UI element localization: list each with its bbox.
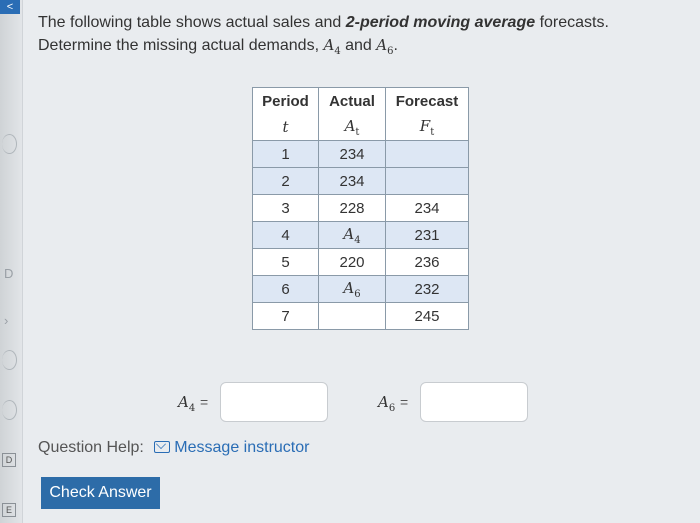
question-text-segment: The following table shows actual sales a… [38, 14, 346, 31]
message-instructor-link[interactable]: Message instructor [154, 439, 309, 456]
arc-icon [2, 350, 17, 370]
table-row: 5 220 236 [252, 248, 469, 276]
cell-actual: A6 [318, 275, 386, 303]
document-icon: E [2, 503, 16, 517]
cell-actual: 234 [318, 140, 386, 168]
cell-actual: A4 [318, 221, 386, 249]
answer-label-a4: A4 = [178, 393, 209, 414]
cell-forecast [385, 140, 469, 168]
variable-a4: A4 [323, 36, 341, 57]
chevron-left-icon[interactable]: < [0, 0, 20, 14]
sales-forecast-table: Period Actual Forecast t At Ft 1 234 2 2… [252, 87, 469, 330]
arc-icon [2, 400, 17, 420]
table-row: 3 228 234 [252, 194, 469, 222]
question-help-label: Question Help: [38, 439, 144, 456]
table-header-row: Period Actual Forecast [252, 87, 469, 114]
table-row: 6 A6 232 [252, 275, 469, 303]
subheader-at: At [318, 114, 386, 141]
table-row: 1 234 [252, 140, 469, 168]
cell-forecast: 245 [385, 302, 469, 330]
question-line-2: Determine the missing actual demands, A4… [38, 34, 638, 63]
cell-forecast: 236 [385, 248, 469, 276]
header-period: Period [252, 87, 319, 114]
question-text-segment: and [340, 37, 377, 54]
cell-actual: 228 [318, 194, 386, 222]
cell-actual [318, 302, 386, 330]
cell-period: 3 [252, 194, 319, 222]
letter-d-icon: D [4, 266, 14, 281]
table-row: 7 245 [252, 302, 469, 330]
header-forecast: Forecast [385, 87, 469, 114]
arc-icon [2, 134, 17, 154]
question-help: Question Help: Message instructor [38, 439, 309, 457]
check-answer-button[interactable]: Check Answer [41, 477, 160, 509]
cell-actual: 234 [318, 167, 386, 195]
cell-period: 2 [252, 167, 319, 195]
table-subheader-row: t At Ft [252, 114, 469, 141]
subheader-ft: Ft [385, 114, 469, 141]
variable-a6: A6 [376, 36, 394, 57]
mail-icon [154, 441, 171, 453]
question-text-segment: Determine the missing actual demands, [38, 37, 324, 54]
answer-input-a4[interactable] [220, 382, 328, 422]
answer-input-a6[interactable] [420, 382, 528, 422]
cell-actual: 220 [318, 248, 386, 276]
cell-forecast [385, 167, 469, 195]
answer-label-a6: A6 = [378, 393, 409, 414]
table-row: 4 A4 231 [252, 221, 469, 249]
question-text-segment: forecasts. [535, 14, 609, 31]
question-emphasis: 2-period moving average [345, 14, 536, 31]
cell-period: 6 [252, 275, 319, 303]
question-line-1: The following table shows actual sales a… [38, 11, 638, 34]
subheader-t: t [252, 114, 319, 141]
document-icon: D [2, 453, 16, 467]
cell-period: 5 [252, 248, 319, 276]
question-text-segment: . [393, 37, 398, 54]
question-text: The following table shows actual sales a… [38, 11, 638, 63]
chevron-icon: › [4, 313, 9, 328]
cell-period: 1 [252, 140, 319, 168]
cell-forecast: 231 [385, 221, 469, 249]
cell-period: 4 [252, 221, 319, 249]
cell-forecast: 234 [385, 194, 469, 222]
table-row: 2 234 [252, 167, 469, 195]
header-actual: Actual [318, 87, 386, 114]
cell-forecast: 232 [385, 275, 469, 303]
left-edge-strip: < D › D E [0, 0, 23, 523]
cell-period: 7 [252, 302, 319, 330]
